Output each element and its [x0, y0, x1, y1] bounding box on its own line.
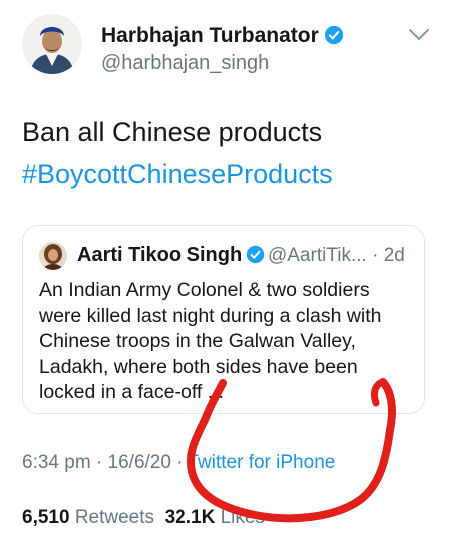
author-name-text[interactable]: Harbhajan Turbanator [101, 24, 319, 47]
author-name[interactable]: Harbhajan Turbanator [101, 24, 344, 51]
likes-count[interactable]: 32.1K [165, 507, 216, 528]
quoted-author-name[interactable]: Aarti Tikoo Singh [77, 244, 265, 270]
quoted-author-avatar[interactable] [39, 242, 67, 270]
retweets-count[interactable]: 6,510 [22, 507, 70, 528]
author-avatar[interactable] [22, 14, 82, 74]
chevron-down-icon[interactable] [408, 28, 430, 47]
likes-label[interactable]: Likes [221, 507, 265, 528]
retweets-label[interactable]: Retweets [75, 507, 154, 528]
quoted-tweet-card[interactable]: Aarti Tikoo Singh @AartiTik... · 2d An I… [22, 225, 425, 414]
quoted-handle-time: @AartiTik... · 2d [268, 245, 405, 266]
hashtag-link[interactable]: #BoycottChineseProducts [22, 159, 333, 190]
quoted-tweet-text: An Indian Army Colonel & two soldiers we… [39, 279, 382, 403]
quoted-author-name-text[interactable]: Aarti Tikoo Singh [77, 244, 242, 266]
author-handle[interactable]: @harbhajan_singh [101, 52, 269, 75]
tweet-timestamp: 6:34 pm · 16/6/20 · [22, 452, 188, 473]
verified-badge-icon [246, 245, 265, 270]
tweet-source-link[interactable]: Twitter for iPhone [187, 452, 335, 473]
tweet-stats: 6,510 Retweets 32.1K Likes [22, 507, 265, 529]
tweet-meta: 6:34 pm · 16/6/20 · Twitter for iPhone [22, 452, 335, 474]
tweet-text: Ban all Chinese products [22, 117, 323, 147]
verified-badge-icon [324, 25, 344, 51]
